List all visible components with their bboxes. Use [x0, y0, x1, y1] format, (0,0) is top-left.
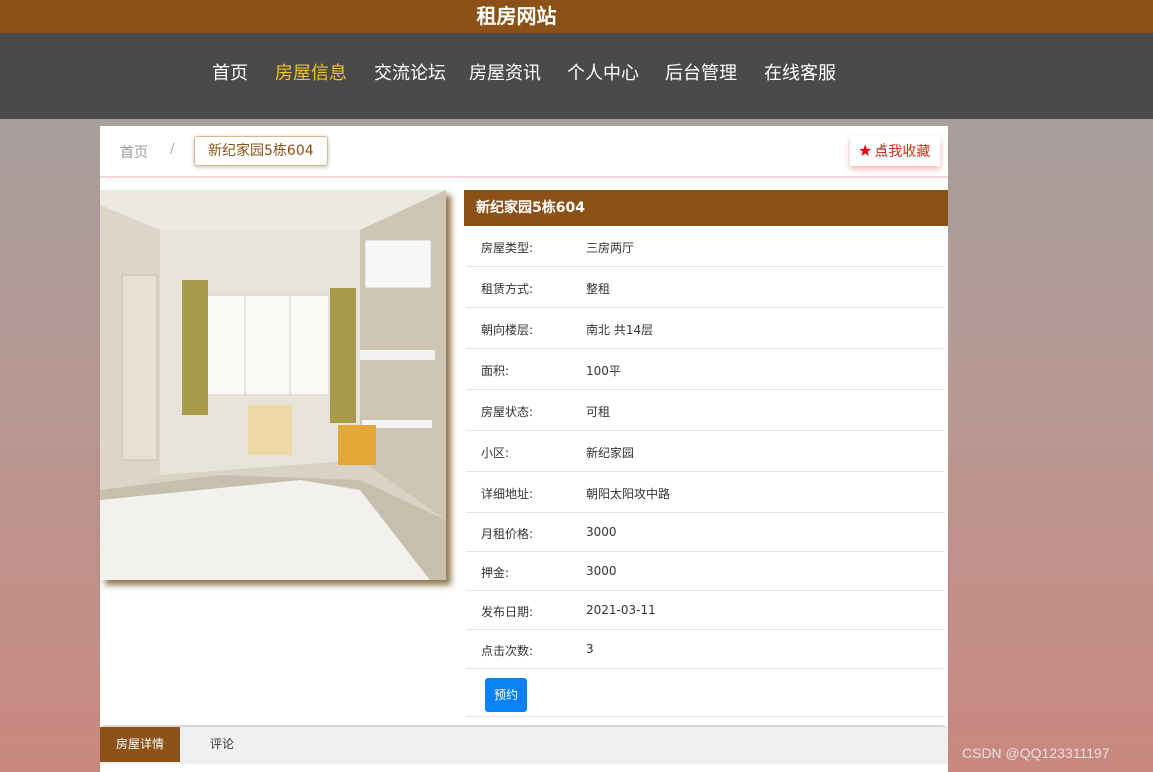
field-value: 100平 [586, 364, 621, 378]
nav-item-personal-center[interactable]: 个人中心 [559, 57, 647, 91]
star-icon: ★ [858, 141, 873, 160]
house-title: 新纪家园5栋604 [464, 190, 948, 226]
field-label: 房屋状态: [481, 405, 534, 419]
nav-item-admin[interactable]: 后台管理 [657, 57, 745, 91]
book-row: 预约 [466, 669, 944, 717]
info-row-orientation: 朝向楼层: 南北 共14层 [466, 308, 944, 349]
info-row-deposit: 押金: 3000 [466, 552, 944, 591]
field-value: 3000 [586, 564, 617, 578]
field-label: 小区: [481, 446, 510, 460]
info-row-status: 房屋状态: 可租 [466, 390, 944, 431]
breadcrumb-separator: / [170, 142, 175, 157]
house-detail-panel: 首页 / 新纪家园5栋604 ★ 点我收藏 ☝ 新纪家园5栋604 房屋类型: … [100, 126, 948, 772]
book-button[interactable]: 预约 [485, 678, 527, 712]
nav-item-customer-service[interactable]: 在线客服 [756, 57, 844, 91]
info-row-type: 房屋类型: 三房两厅 [466, 226, 944, 267]
field-label: 月租价格: [481, 527, 534, 541]
info-row-publish-date: 发布日期: 2021-03-11 [466, 591, 944, 630]
watermark: CSDN @QQ123311197 [962, 745, 1110, 761]
field-value: 新纪家园 [586, 446, 635, 460]
field-label: 发布日期: [481, 605, 534, 619]
favorite-button[interactable]: ★ 点我收藏 [850, 136, 941, 166]
info-row-area: 面积: 100平 [466, 349, 944, 390]
field-value: 朝阳太阳攻中路 [586, 487, 671, 501]
breadcrumb: 首页 / 新纪家园5栋604 ★ 点我收藏 ☝ [100, 126, 948, 178]
field-value: 三房两厅 [586, 241, 635, 255]
field-value: 3 [586, 642, 594, 656]
hand-cursor-icon: ☝ [876, 140, 887, 161]
site-title: 租房网站 [476, 4, 557, 28]
field-value: 整租 [586, 282, 611, 296]
field-label: 点击次数: [481, 644, 534, 658]
nav-item-house-info[interactable]: 房屋信息 [267, 57, 355, 91]
breadcrumb-home[interactable]: 首页 [120, 142, 148, 162]
field-label: 详细地址: [481, 487, 534, 501]
field-label: 面积: [481, 364, 510, 378]
info-row-rent-mode: 租赁方式: 整租 [466, 267, 944, 308]
nav-item-house-news[interactable]: 房屋资讯 [461, 57, 549, 91]
field-label: 房屋类型: [481, 241, 534, 255]
info-row-clicks: 点击次数: 3 [466, 630, 944, 669]
field-value: 2021-03-11 [586, 603, 656, 617]
tab-comments[interactable]: 评论 [210, 727, 234, 762]
detail-tabs: 房屋详情 评论 [100, 725, 948, 764]
room-image [100, 190, 446, 580]
field-value: 可租 [586, 405, 611, 419]
field-value: 南北 共14层 [586, 323, 654, 337]
field-value: 3000 [586, 525, 617, 539]
info-row-community: 小区: 新纪家园 [466, 431, 944, 472]
field-label: 租赁方式: [481, 282, 534, 296]
info-row-monthly-rent: 月租价格: 3000 [466, 513, 944, 552]
house-info: 新纪家园5栋604 房屋类型: 三房两厅 租赁方式: 整租 朝向楼层: 南北 共14层… [464, 190, 948, 717]
house-photo [100, 190, 446, 580]
info-row-address: 详细地址: 朝阳太阳攻中路 [466, 472, 944, 513]
field-label: 押金: [481, 566, 510, 580]
top-header: 租房网站 [0, 0, 1153, 33]
nav-item-forum[interactable]: 交流论坛 [366, 57, 454, 91]
breadcrumb-current: 新纪家园5栋604 [194, 136, 328, 166]
nav-item-home[interactable]: 首页 [204, 57, 256, 91]
main-nav: 首页 房屋信息 交流论坛 房屋资讯 个人中心 后台管理 在线客服 [0, 33, 1153, 119]
field-label: 朝向楼层: [481, 323, 534, 337]
tab-house-details[interactable]: 房屋详情 [100, 727, 180, 762]
